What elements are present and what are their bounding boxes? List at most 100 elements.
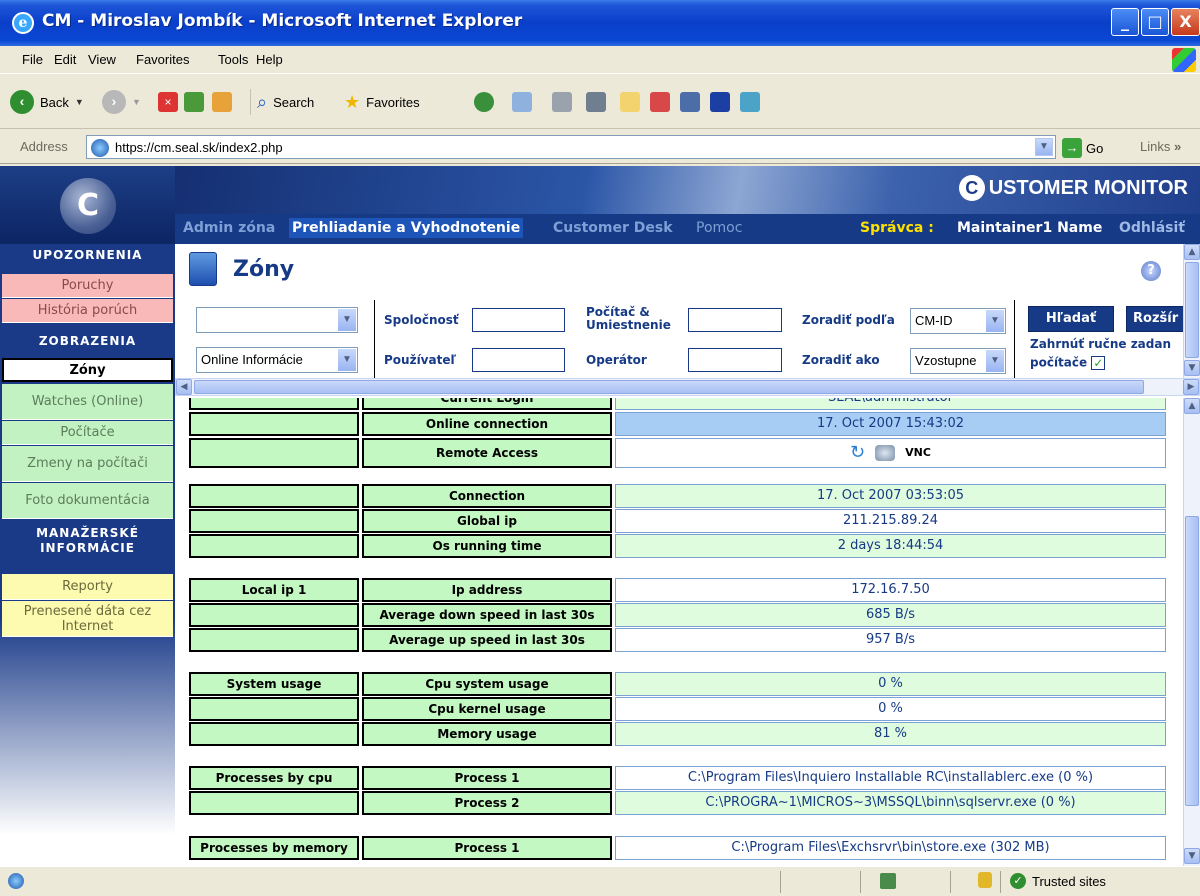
spolocnost-input[interactable] [472, 308, 565, 332]
menu-edit[interactable]: Edit [54, 52, 76, 67]
scroll-up-icon[interactable]: ▲ [1184, 398, 1200, 414]
scroll-left-icon[interactable]: ◀ [176, 379, 192, 395]
sort-as-select[interactable]: Vzostupne ▼ [910, 348, 1006, 374]
sidebar-item-poruchy[interactable]: Poruchy [2, 274, 173, 298]
pocitac-input[interactable] [688, 308, 782, 332]
table-cell-value: 0 % [615, 672, 1166, 696]
messenger-button[interactable] [680, 89, 700, 115]
links-button[interactable]: Links » [1140, 139, 1181, 154]
site-banner: C USTOMER MONITOR [175, 166, 1200, 214]
include-manual-checkbox[interactable]: ✓ [1091, 356, 1106, 370]
brand-text: USTOMER MONITOR [988, 176, 1188, 199]
divider [780, 871, 781, 893]
table-cell-value: 2 days 18:44:54 [615, 534, 1166, 558]
forward-button[interactable]: › ▼ [102, 89, 141, 115]
favorites-button[interactable]: ★ Favorites [344, 89, 420, 115]
sidebar-item-foto[interactable]: Foto dokumentácia [2, 483, 173, 519]
bluetooth-button[interactable] [710, 89, 730, 115]
sidebar-item-reporty[interactable]: Reporty [2, 574, 173, 600]
expand-button[interactable]: Rozšír [1126, 306, 1186, 332]
go-button[interactable]: → Go [1062, 138, 1103, 158]
include-manual-label: Zahrnúť ručne zadan [1030, 337, 1172, 351]
sort-as-value: Vzostupne [915, 353, 977, 368]
back-arrow-icon: ‹ [10, 90, 34, 114]
sidebar-item-watches[interactable]: Watches (Online) [2, 384, 173, 420]
table-cell-label: Global ip [362, 509, 612, 533]
zone-select[interactable]: ▼ [196, 307, 358, 333]
logout-link[interactable]: Odhlásiť [1119, 220, 1185, 236]
table-cell-value: 0 % [615, 697, 1166, 721]
data-vertical-scrollbar[interactable]: ▲ ▼ [1183, 398, 1200, 866]
table-cell-group [189, 438, 359, 468]
maximize-button[interactable]: □ [1141, 8, 1169, 36]
menu-tools[interactable]: Tools [218, 52, 248, 67]
sidebar-item-zony[interactable]: Zóny [2, 358, 173, 382]
nav-admin-zona[interactable]: Admin zóna [183, 220, 275, 236]
sort-by-select[interactable]: CM-ID ▼ [910, 308, 1006, 334]
address-input[interactable]: https://cm.seal.sk/index2.php ▼ [86, 135, 1056, 159]
sidebar-item-prenesene-data[interactable]: Prenesené dáta cez Internet [2, 601, 173, 637]
home-button[interactable] [212, 89, 232, 115]
table-cell-value: C:\PROGRA~1\MICROS~3\MSSQL\binn\sqlservr… [615, 791, 1166, 815]
operator-input[interactable] [688, 348, 782, 372]
filter-vertical-scrollbar[interactable]: ▲ ▼ [1183, 244, 1200, 378]
print-button[interactable] [552, 89, 572, 115]
vnc-link[interactable]: VNC [905, 442, 931, 464]
table-cell-value: ↻ VNC [615, 438, 1166, 468]
links-label: Links [1140, 139, 1171, 154]
mail-button[interactable] [512, 89, 532, 115]
research-button[interactable] [650, 89, 670, 115]
menu-view[interactable]: View [88, 52, 116, 67]
refresh-remote-icon[interactable]: ↻ [850, 442, 865, 464]
sidebar-item-pocitace[interactable]: Počítače [2, 421, 173, 445]
history-button[interactable] [474, 89, 494, 115]
pouzivatel-input[interactable] [472, 348, 565, 372]
table-cell-value: C:\Program Files\Inquiero Installable RC… [615, 766, 1166, 790]
table-cell-value: SEAL\administrator [615, 398, 1166, 410]
menu-file[interactable]: File [22, 52, 43, 67]
table-cell-label: Remote Access [362, 438, 612, 468]
go-label: Go [1086, 140, 1104, 156]
scroll-right-icon[interactable]: ▶ [1183, 379, 1199, 395]
menu-help[interactable]: Help [256, 52, 283, 67]
table-cell-group: System usage [189, 672, 359, 696]
address-dropdown-icon[interactable]: ▼ [1035, 138, 1053, 156]
search-button[interactable]: ⌕ Search [250, 89, 314, 115]
page-icon [91, 139, 109, 157]
plugin-button[interactable] [740, 89, 760, 115]
scroll-thumb[interactable] [1185, 262, 1199, 358]
sidebar-item-zmeny[interactable]: Zmeny na počítači [2, 446, 173, 482]
minimize-button[interactable]: _ [1111, 8, 1139, 36]
close-button[interactable]: X [1171, 8, 1200, 36]
discuss-button[interactable] [620, 89, 640, 115]
nav-pomoc[interactable]: Pomoc [696, 220, 742, 236]
title-bar[interactable]: e CM - Miroslav Jombík - Microsoft Inter… [0, 0, 1200, 46]
sidebar-section-upozornenia: UPOZORNENIA [32, 248, 143, 262]
back-button[interactable]: ‹ Back ▼ [10, 89, 84, 115]
remote-desktop-icon[interactable] [875, 445, 896, 461]
table-cell-group [189, 534, 359, 558]
sidebar: UPOZORNENIA Poruchy História porúch ZOBR… [0, 244, 175, 866]
edit-button[interactable] [586, 89, 606, 115]
stop-button[interactable]: × [158, 89, 178, 115]
table-cell-group [189, 628, 359, 652]
chevron-down-icon: ▼ [986, 350, 1004, 372]
scroll-thumb[interactable] [1185, 516, 1199, 806]
scroll-down-icon[interactable]: ▼ [1184, 848, 1200, 864]
table-cell-group: Local ip 1 [189, 578, 359, 602]
table-cell-label: Average up speed in last 30s [362, 628, 612, 652]
help-icon[interactable]: ? [1141, 261, 1161, 281]
search-submit-button[interactable]: Hľadať [1028, 306, 1114, 332]
chevron-down-icon: ▼ [338, 349, 356, 371]
nav-prehliadanie[interactable]: Prehliadanie a Vyhodnotenie [289, 218, 524, 238]
refresh-button[interactable] [184, 89, 204, 115]
nav-customer-desk[interactable]: Customer Desk [553, 220, 673, 236]
scroll-up-icon[interactable]: ▲ [1184, 244, 1200, 260]
online-info-table: Current Login SEAL\administrator Online … [175, 398, 1182, 866]
scroll-thumb[interactable] [194, 380, 1144, 394]
info-type-select[interactable]: Online Informácie ▼ [196, 347, 358, 373]
filter-horizontal-scrollbar[interactable]: ◀ ▶ [175, 378, 1200, 396]
menu-favorites[interactable]: Favorites [136, 52, 189, 67]
scroll-down-icon[interactable]: ▼ [1184, 360, 1200, 376]
sidebar-item-historia-poruch[interactable]: História porúch [2, 299, 173, 323]
